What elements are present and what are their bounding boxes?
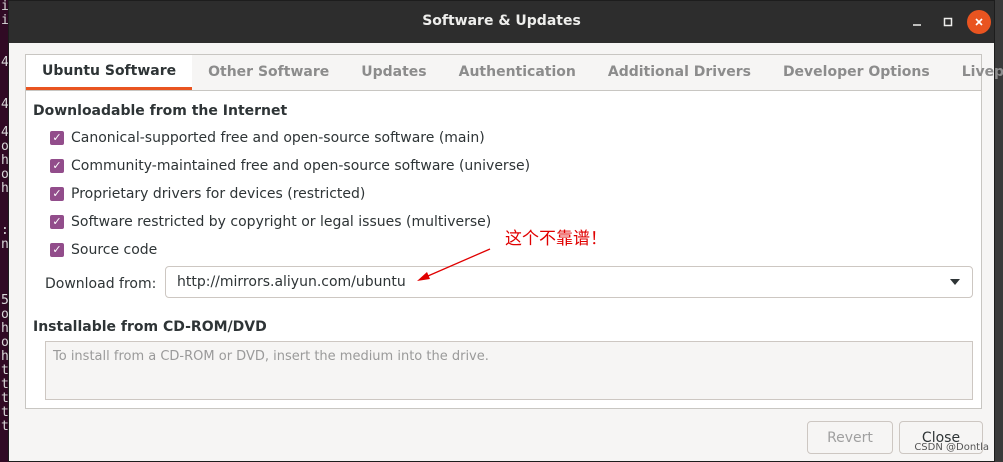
checkbox-checked-icon[interactable]: ✓ bbox=[50, 215, 64, 229]
cdrom-heading: Installable from CD-ROM/DVD bbox=[33, 319, 267, 335]
option-source-code[interactable]: ✓ Source code bbox=[50, 240, 157, 260]
tab-developer-options[interactable]: Developer Options bbox=[767, 55, 946, 90]
option-label: Software restricted by copyright or lega… bbox=[71, 214, 492, 230]
maximize-button[interactable] bbox=[936, 10, 960, 34]
tab-ubuntu-software[interactable]: Ubuntu Software bbox=[26, 55, 193, 90]
option-main[interactable]: ✓ Canonical-supported free and open-sour… bbox=[50, 128, 485, 148]
title-bar[interactable]: Software & Updates bbox=[9, 1, 994, 43]
settings-notebook: Ubuntu Software Other Software Updates A… bbox=[25, 54, 1003, 409]
tab-bar: Ubuntu Software Other Software Updates A… bbox=[26, 55, 1003, 91]
tab-additional-drivers[interactable]: Additional Drivers bbox=[592, 55, 767, 90]
close-window-button[interactable] bbox=[967, 10, 991, 34]
option-label: Canonical-supported free and open-source… bbox=[71, 130, 485, 146]
minimize-button[interactable] bbox=[905, 10, 929, 34]
tab-livepatch[interactable]: Livepatch bbox=[946, 55, 1003, 90]
tab-other-software[interactable]: Other Software bbox=[192, 55, 345, 90]
checkbox-checked-icon[interactable]: ✓ bbox=[50, 159, 64, 173]
window-title: Software & Updates bbox=[422, 13, 581, 29]
revert-button[interactable]: Revert bbox=[807, 421, 893, 454]
downloadable-heading: Downloadable from the Internet bbox=[33, 103, 288, 119]
option-universe[interactable]: ✓ Community-maintained free and open-sou… bbox=[50, 156, 530, 176]
option-label: Proprietary drivers for devices (restric… bbox=[71, 186, 366, 202]
option-label: Source code bbox=[71, 242, 158, 258]
annotation-text: 这个不靠谱！ bbox=[505, 229, 607, 249]
download-from-label: Download from: bbox=[45, 276, 157, 292]
close-icon bbox=[975, 18, 983, 26]
checkbox-checked-icon[interactable]: ✓ bbox=[50, 187, 64, 201]
tab-updates[interactable]: Updates bbox=[345, 55, 442, 90]
minimize-icon bbox=[913, 24, 921, 26]
download-server-dropdown[interactable]: http://mirrors.aliyun.com/ubuntu bbox=[165, 266, 973, 298]
cdrom-list: To install from a CD-ROM or DVD, insert … bbox=[45, 341, 973, 400]
checkbox-checked-icon[interactable]: ✓ bbox=[50, 131, 64, 145]
option-label: Community-maintained free and open-sourc… bbox=[71, 158, 531, 174]
download-server-value: http://mirrors.aliyun.com/ubuntu bbox=[177, 274, 406, 290]
checkbox-checked-icon[interactable]: ✓ bbox=[50, 243, 64, 257]
option-restricted[interactable]: ✓ Proprietary drivers for devices (restr… bbox=[50, 184, 365, 204]
dropdown-arrow-icon bbox=[950, 279, 960, 285]
watermark: CSDN @Dontla bbox=[914, 442, 989, 453]
maximize-icon bbox=[943, 17, 953, 27]
tab-authentication[interactable]: Authentication bbox=[443, 55, 592, 90]
cdrom-placeholder: To install from a CD-ROM or DVD, insert … bbox=[53, 349, 489, 364]
option-multiverse[interactable]: ✓ Software restricted by copyright or le… bbox=[50, 212, 491, 232]
